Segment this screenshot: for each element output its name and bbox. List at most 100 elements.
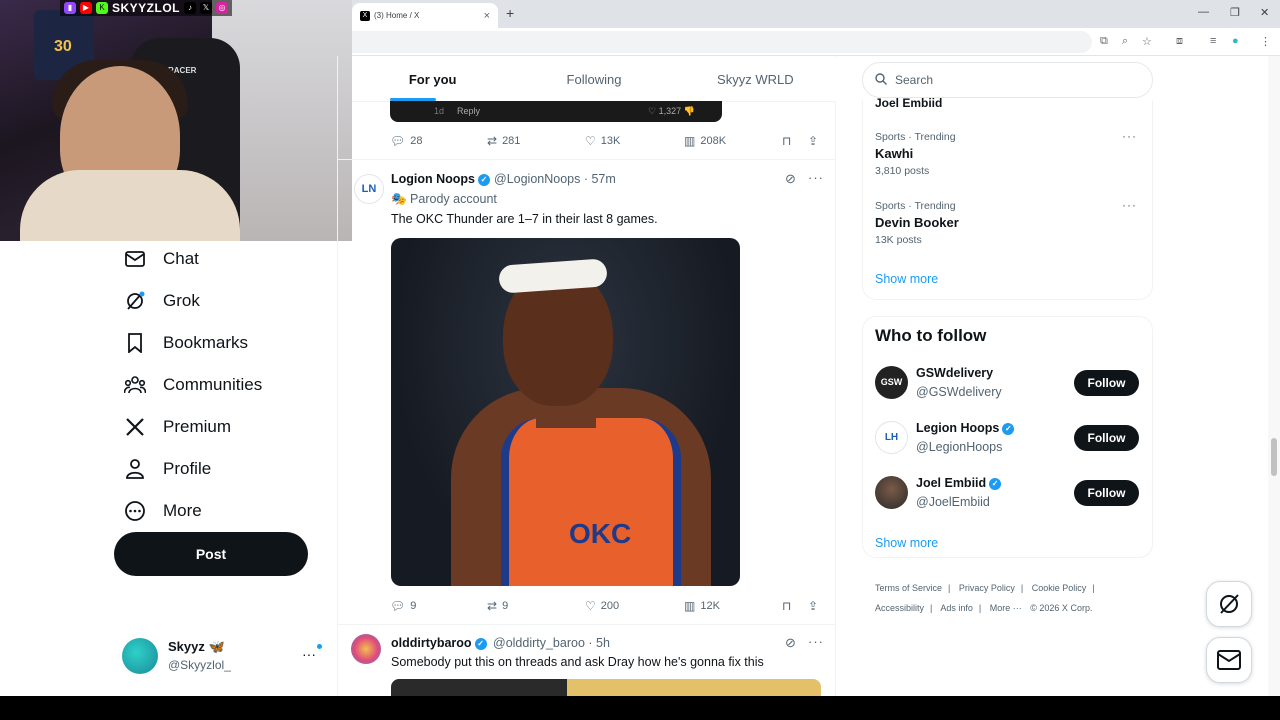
verified-icon: ✓: [989, 477, 1002, 490]
follow-button[interactable]: Follow: [1074, 425, 1139, 451]
account-more-icon[interactable]: ···: [302, 646, 316, 662]
footer-link[interactable]: Accessibility: [875, 603, 924, 613]
tab-following[interactable]: Following: [513, 58, 674, 101]
tweet-actions: 💬︎ 9 ⇄ 9 ♡ 200 ▥ 12K ⊓ ⇪: [390, 597, 826, 617]
footer-link[interactable]: Privacy Policy: [959, 583, 1015, 593]
trends-show-more[interactable]: Show more: [875, 272, 938, 286]
like-button[interactable]: ♡ 200: [585, 599, 619, 613]
tweet-more-icon[interactable]: ···: [808, 634, 824, 649]
footer-link[interactable]: Cookie Policy: [1032, 583, 1087, 593]
author-name: Logion Noops: [391, 172, 476, 186]
repost-button[interactable]: ⇄ 9: [487, 599, 508, 613]
tweet-author[interactable]: olddirtybaroo ✓: [391, 636, 487, 650]
reply-icon: 💬︎: [390, 599, 406, 613]
account-switcher[interactable]: Skyyz 🦋 @Skyyzlol_ ···: [122, 636, 322, 676]
nav-label: Profile: [163, 459, 212, 478]
extensions-icon[interactable]: ⧈: [1176, 35, 1183, 48]
tweet-more-icon[interactable]: ···: [808, 170, 824, 185]
post-button[interactable]: Post: [114, 532, 308, 576]
tab-close-icon[interactable]: ×: [484, 10, 490, 22]
avatar[interactable]: LN: [354, 174, 384, 204]
profile-avatar-icon[interactable]: ●: [1232, 35, 1239, 47]
feed-tabs: For you Following Skyyz WRLD: [352, 58, 836, 102]
repost-icon: ⇄: [487, 134, 498, 148]
address-bar[interactable]: [352, 31, 1092, 53]
messages-fab-button[interactable]: [1206, 637, 1252, 683]
trend-clipped[interactable]: Joel Embiid: [875, 96, 942, 108]
parody-text: Parody account: [410, 192, 497, 206]
nav-item-communities[interactable]: Communities: [112, 364, 332, 406]
tab-skyyz-wrld[interactable]: Skyyz WRLD: [675, 58, 836, 101]
menu-icon[interactable]: ⋮: [1260, 35, 1271, 48]
search-placeholder: Search: [895, 73, 934, 87]
streamer-shirt: [20, 170, 240, 241]
views-button[interactable]: ▥ 208K: [684, 134, 726, 148]
tweet-author[interactable]: Logion Noops ✓: [391, 172, 491, 186]
trend-more-icon[interactable]: ···: [1122, 129, 1137, 143]
follow-suggestion[interactable]: GSW GSWdelivery @GSWdelivery Follow: [875, 366, 1140, 402]
minimize-button[interactable]: —: [1198, 6, 1209, 18]
embed-reply[interactable]: Reply: [457, 106, 480, 116]
follow-show-more[interactable]: Show more: [875, 536, 938, 550]
stream-handle: SKYYZLOL: [112, 1, 181, 15]
grok-fab-button[interactable]: [1206, 581, 1252, 627]
tweet-meta: @olddirty_baroo · 5h: [493, 636, 610, 650]
trend-category: Sports · Trending: [875, 200, 956, 212]
follow-button[interactable]: Follow: [1074, 480, 1139, 506]
repost-button[interactable]: ⇄ 281: [487, 134, 520, 148]
grok-icon[interactable]: ⊘: [785, 635, 796, 651]
nav-item-chat[interactable]: Chat: [112, 238, 332, 280]
avatar[interactable]: GSW: [875, 366, 908, 399]
follow-button[interactable]: Follow: [1074, 370, 1139, 396]
verified-icon: ✓: [478, 173, 491, 186]
new-tab-button[interactable]: +: [506, 5, 514, 21]
restore-button[interactable]: ❐: [1230, 6, 1240, 19]
search-input[interactable]: Search: [862, 62, 1153, 98]
bookmark-button[interactable]: ⊓: [782, 599, 791, 613]
tweet-media[interactable]: [391, 679, 821, 697]
nav-item-premium[interactable]: Premium: [112, 406, 332, 448]
follow-suggestion[interactable]: LH Legion Hoops ✓ @LegionHoops Follow: [875, 421, 1140, 457]
author-name: olddirtybaroo: [391, 636, 472, 650]
reply-button[interactable]: 💬︎ 9: [390, 599, 416, 613]
window-close-button[interactable]: ✕: [1260, 6, 1269, 19]
zoom-icon[interactable]: ⌕: [1122, 35, 1128, 48]
footer-links: Accessibility | Ads info | More ··· © 2026…: [875, 603, 1098, 613]
views-button[interactable]: ▥ 12K: [684, 599, 720, 613]
grok-icon[interactable]: ⊘: [785, 171, 796, 187]
footer-link[interactable]: More ···: [990, 603, 1022, 613]
tab-for-you[interactable]: For you: [352, 58, 513, 101]
nav-item-grok[interactable]: Grok: [112, 280, 332, 322]
trend-title: Devin Booker: [875, 215, 959, 230]
nav-item-bookmarks[interactable]: Bookmarks: [112, 322, 332, 364]
install-icon[interactable]: ⧉: [1100, 35, 1108, 48]
trend-more-icon[interactable]: ···: [1122, 198, 1137, 212]
like-count: 13K: [600, 135, 621, 147]
footer-link[interactable]: Ads info: [940, 603, 973, 613]
share-button[interactable]: ⇪: [808, 134, 818, 148]
view-count: 208K: [700, 135, 727, 147]
avatar[interactable]: [351, 634, 381, 664]
scrollbar-thumb[interactable]: [1271, 438, 1277, 476]
trend-item[interactable]: Sports · Trending Kawhi 3,810 posts ···: [875, 129, 1145, 177]
like-button[interactable]: ♡ 13K: [585, 134, 620, 148]
embed-time: 1d: [434, 106, 445, 116]
follow-suggestion[interactable]: Joel Embiid ✓ @JoelEmbiid Follow: [875, 476, 1140, 512]
x-favicon-icon: X: [360, 10, 370, 21]
bookmark-icon: ⊓: [782, 134, 792, 148]
bookmark-button[interactable]: ⊓: [782, 134, 791, 148]
star-icon[interactable]: ☆: [1142, 35, 1152, 48]
avatar[interactable]: [875, 476, 908, 509]
nav-item-more[interactable]: More: [112, 490, 332, 532]
footer-link[interactable]: Terms of Service: [875, 583, 942, 593]
taskbar-strip: [0, 696, 1280, 720]
avatar[interactable]: LH: [875, 421, 908, 454]
share-button[interactable]: ⇪: [808, 599, 818, 613]
scrollbar-track[interactable]: [1268, 56, 1280, 696]
media-icon[interactable]: ≡: [1210, 35, 1216, 47]
trend-item[interactable]: Sports · Trending Devin Booker 13K posts…: [875, 198, 1145, 246]
browser-tab[interactable]: X (3) Home / X ×: [352, 3, 498, 28]
tweet-photo[interactable]: OKC: [391, 238, 740, 586]
nav-item-profile[interactable]: Profile: [112, 448, 332, 490]
reply-button[interactable]: 💬︎ 28: [390, 134, 422, 148]
